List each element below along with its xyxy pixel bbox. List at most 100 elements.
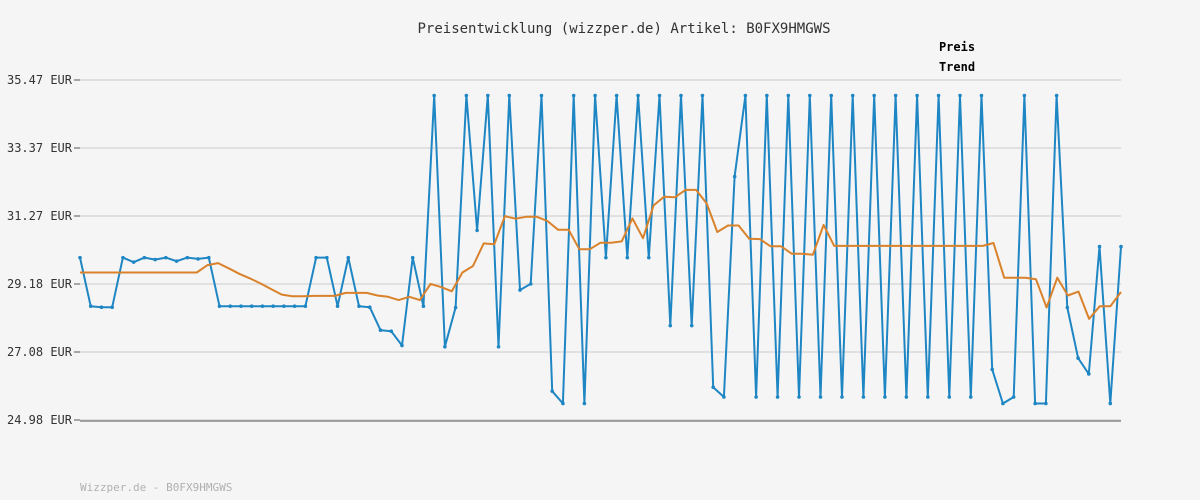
price-point [1033,401,1037,406]
price-point [926,395,930,399]
price-point [904,395,909,399]
price-point [1022,93,1027,98]
price-point [872,93,876,98]
price-point [786,93,791,98]
price-point [732,174,737,179]
price-point [711,385,715,390]
footer-text: Wizzper.de - B0FX9HMGWS [80,481,232,494]
price-point [958,93,962,98]
price-point [367,305,372,310]
price-point [153,257,157,262]
price-point [1119,244,1123,249]
price-point [314,255,318,260]
price-point [99,305,104,310]
price-point [410,255,415,260]
price-point [936,93,941,98]
price-point [164,255,168,260]
price-point [840,395,844,399]
price-point [657,93,662,98]
price-point [453,305,458,310]
price-point [754,395,758,399]
price-point [78,255,82,260]
price-point [604,255,608,260]
price-point [668,323,673,328]
price-point [206,255,211,260]
price-point [464,93,469,98]
price-point [807,93,812,98]
price-point [550,389,555,393]
y-tick-label: 31.27 EUR [7,209,73,223]
price-point [571,93,576,98]
price-point [475,228,479,233]
legend-trend: Trend [939,60,975,74]
price-point [249,304,254,309]
price-point [968,395,973,399]
price-chart: Preisentwicklung (wizzper.de) Artikel: B… [0,0,1200,500]
price-point [861,395,866,399]
price-point [1065,305,1070,310]
price-point [593,93,597,98]
price-point [1044,401,1048,406]
y-tick-label: 35.47 EUR [7,73,73,87]
price-point [346,255,351,260]
price-point [421,304,426,309]
chart-page: Preisentwicklung (wizzper.de) Artikel: B… [0,0,1200,500]
price-point [625,255,630,260]
price-point [797,395,801,399]
price-point [432,93,436,98]
price-point [303,304,308,309]
price-point [582,401,587,406]
price-point [829,93,834,98]
price-point [850,93,855,98]
price-point [743,93,748,98]
price-point [142,255,147,260]
price-point [443,344,447,349]
price-point [335,304,340,309]
price-point [282,304,286,309]
price-point [765,93,769,98]
price-point [271,304,275,309]
price-point [228,304,233,309]
price-point [389,329,394,333]
price-point [185,255,190,260]
price-point [883,395,887,399]
price-point [325,255,329,260]
price-point [174,259,179,263]
y-tick-label: 33.37 EUR [7,141,73,155]
price-point [1087,372,1091,376]
price-point [947,395,952,399]
chart-background [0,0,1200,500]
price-point [496,344,501,349]
price-point [775,395,780,399]
legend-price: Preis [939,40,975,54]
price-point [1097,244,1102,249]
price-point [239,304,243,309]
price-point [357,304,361,309]
price-point [990,367,995,372]
price-point [1001,401,1005,406]
price-point [893,93,898,98]
price-point [217,304,222,309]
price-point [979,93,984,98]
y-tick-label: 29.18 EUR [7,277,73,291]
price-point [818,395,823,399]
price-point [1108,401,1113,406]
price-point [689,323,694,328]
price-point [110,305,114,310]
price-point [260,304,265,309]
price-point [131,260,136,264]
price-point [614,93,619,98]
price-point [292,304,297,309]
price-point [646,255,651,260]
price-point [518,288,522,292]
price-point [636,93,640,98]
price-point [528,282,533,286]
price-point [196,257,200,261]
price-point [679,93,683,98]
price-point [1054,93,1059,98]
price-point [88,304,93,309]
price-point [700,93,705,98]
price-point [507,93,512,98]
price-point [915,93,919,98]
chart-title: Preisentwicklung (wizzper.de) Artikel: B… [417,21,830,37]
